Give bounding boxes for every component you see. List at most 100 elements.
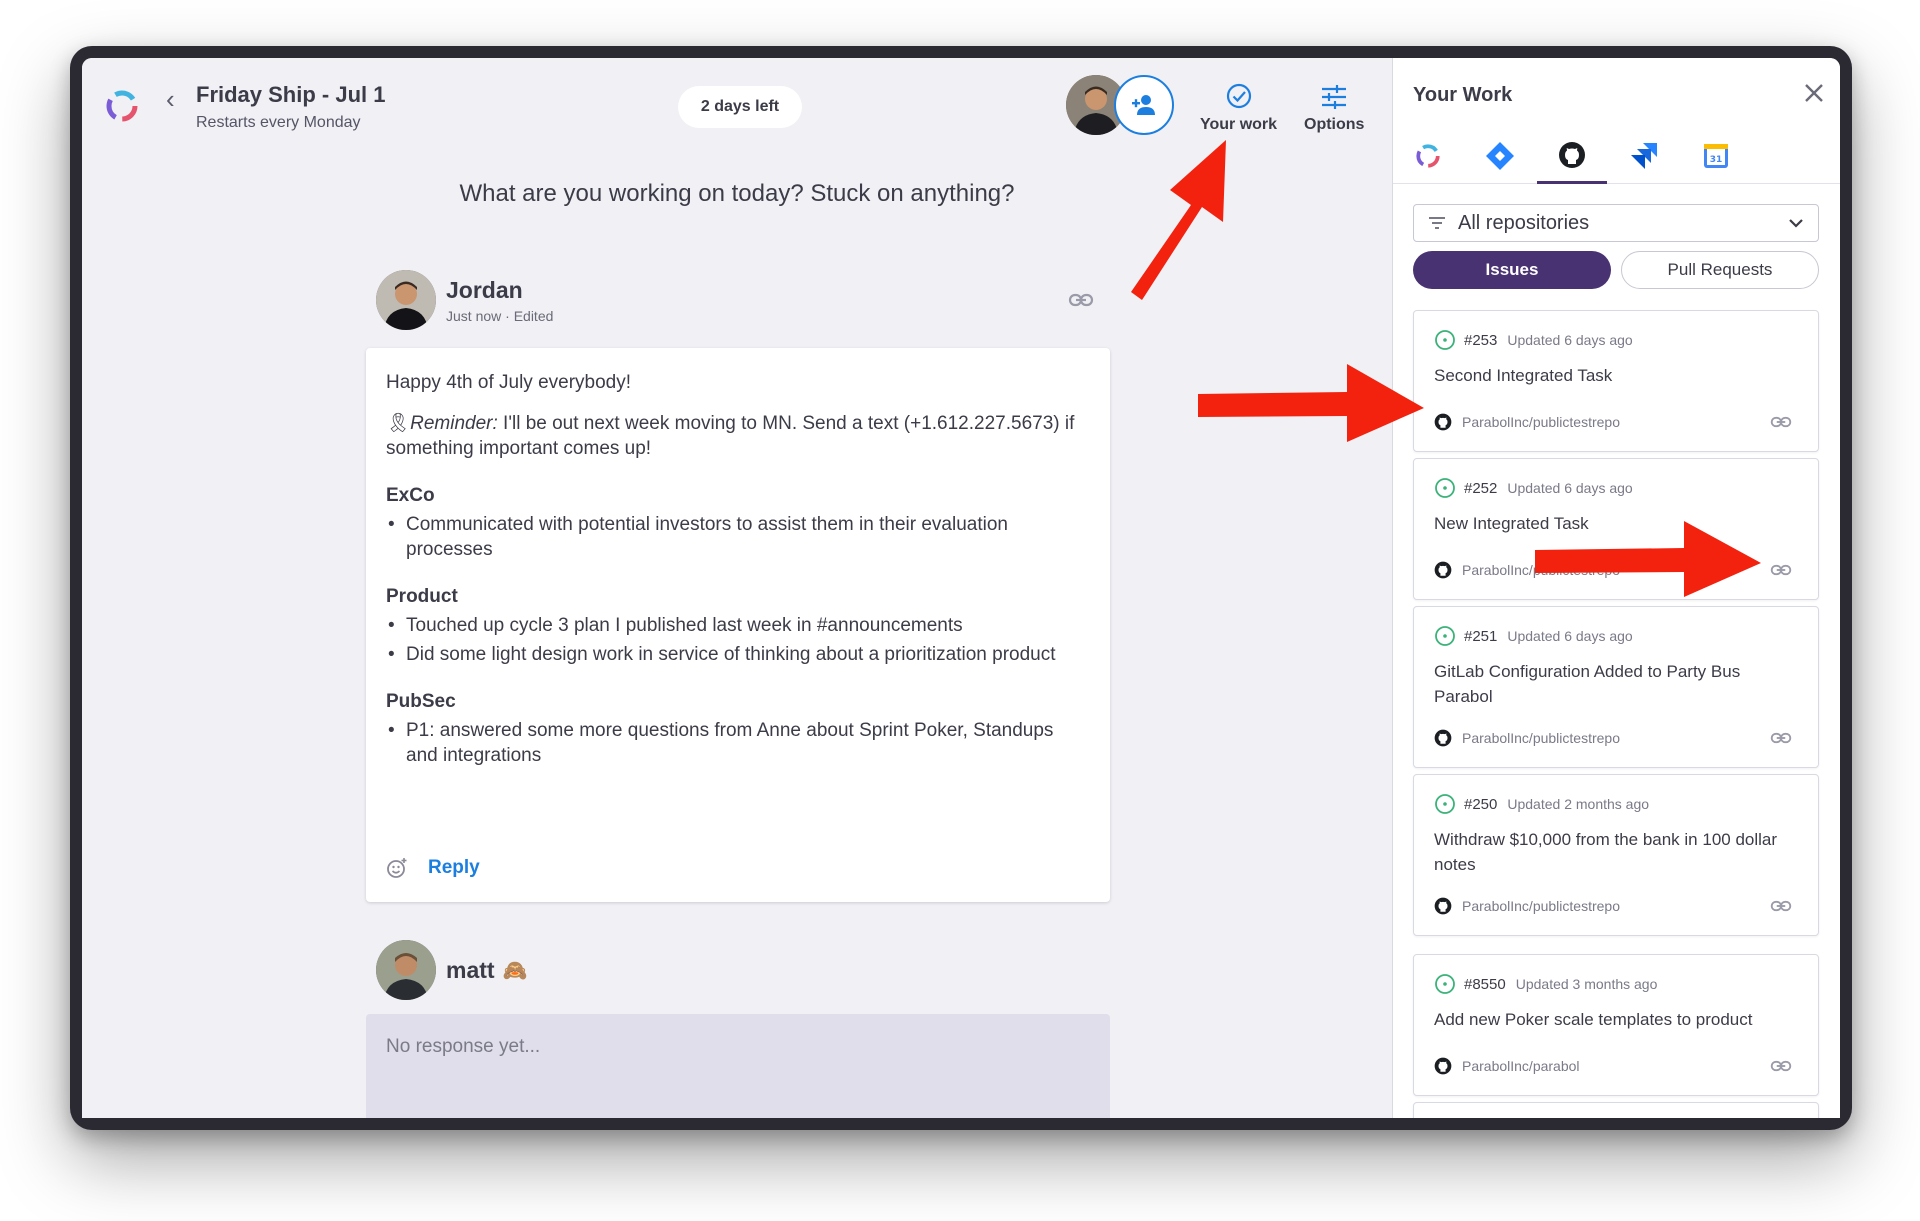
options-button[interactable]: Options [1304,78,1364,134]
standup-prompt: What are you working on today? Stuck on … [459,180,1015,207]
your-work-label: Your work [1200,116,1278,133]
issue-title: Second Integrated Task [1434,366,1613,385]
copy-link-icon[interactable] [1770,731,1792,745]
issue-updated: Updated 3 months ago [1515,976,1658,992]
reminder-ribbon-icon: 🎗 [386,413,411,434]
app-window: ‹ Friday Ship - Jul 1 Restarts every Mon… [82,58,1840,1118]
issue-repo: ParabolInc/publictestrepo [1434,729,1620,747]
tab-jira-server[interactable] [1609,128,1679,184]
issue-title: New Integrated Task [1434,514,1589,533]
issue-repo: ParabolInc/parabol [1434,1057,1580,1075]
issue-card[interactable]: #253 Updated 6 days ago Second Integrate… [1413,310,1819,452]
filter-icon [1429,217,1445,229]
author-name: matt [446,956,495,983]
response-greeting: Happy 4th of July everybody! [386,372,632,393]
section-heading: Product [386,586,458,607]
github-icon [1559,141,1585,168]
github-icon [1434,413,1452,431]
issue-card[interactable]: #250 Updated 2 months ago Withdraw $10,0… [1413,774,1819,936]
author-name: Jordan [446,276,523,303]
copy-link-icon[interactable] [1770,415,1792,429]
add-person-icon [1132,95,1155,115]
issue-updated: Updated 2 months ago [1507,796,1650,812]
issue-card[interactable] [1413,1102,1819,1118]
repository-filter-select[interactable]: All repositories [1413,204,1819,242]
integration-tabs: 31 [1393,128,1840,184]
issue-title: Withdraw $10,000 from the bank in 100 do… [1434,830,1778,874]
issue-number: #251 [1464,627,1498,645]
your-work-panel: Your Work 31 All repositories Issues Pul… [1392,58,1840,1118]
days-left-badge: 2 days left [678,86,802,128]
reminder-label: Reminder: [410,413,498,434]
back-chevron-icon[interactable]: ‹ [166,86,175,112]
empty-response-text: No response yet... [386,1036,541,1057]
avatar-photo-icon [376,270,436,330]
add-reaction-icon[interactable] [386,857,408,879]
parabol-logo-icon[interactable] [102,86,142,126]
avatar [376,940,436,1000]
issue-header: #252 Updated 6 days ago [1434,477,1633,499]
jira-icon [1486,142,1514,170]
issue-card[interactable]: #8550 Updated 3 months ago Add new Poker… [1413,954,1819,1096]
copy-link-icon[interactable] [1770,563,1792,577]
google-calendar-icon: 31 [1704,144,1728,168]
sliders-icon [1322,85,1347,109]
response-card[interactable]: Happy 4th of July everybody! 🎗Reminder: … [366,348,1110,902]
list-item: P1: answered some more questions from An… [386,718,1090,768]
issue-repo-name: ParabolInc/publictestrepo [1462,730,1620,746]
issue-repo-name: ParabolInc/parabol [1462,1058,1580,1074]
reply-button[interactable]: Reply [428,855,480,880]
issue-updated: Updated 6 days ago [1507,480,1633,496]
reply-row: Reply [386,855,480,880]
issue-header: #253 Updated 6 days ago [1434,329,1633,351]
avatar-photo-icon [376,940,436,1000]
issue-title: GitLab Configuration Added to Party Bus … [1434,662,1741,706]
issue-card[interactable]: #251 Updated 6 days ago GitLab Configura… [1413,606,1819,768]
issue-header: #250 Updated 2 months ago [1434,793,1649,815]
section-heading: ExCo [386,485,435,506]
copy-link-icon[interactable] [1770,899,1792,913]
see-no-evil-monkey-icon: 🙈 [502,959,528,982]
issue-card[interactable]: #252 Updated 6 days ago New Integrated T… [1413,458,1819,600]
options-label: Options [1304,116,1365,133]
close-icon[interactable] [1801,80,1827,106]
parabol-icon [1416,144,1440,168]
issue-header: #8550 Updated 3 months ago [1434,973,1657,995]
github-icon [1434,729,1452,747]
section-heading: PubSec [386,691,456,712]
issue-header: #251 Updated 6 days ago [1434,625,1633,647]
copy-link-icon[interactable] [1770,1059,1792,1073]
check-circle-icon [1226,83,1251,109]
tab-jira[interactable] [1465,128,1535,184]
avatar [376,270,436,330]
github-icon [1434,561,1452,579]
response-section-exco: ExCo Communicated with potential investo… [386,483,1090,562]
issue-repo: ParabolInc/publictestrepo [1434,413,1620,431]
meeting-title[interactable]: Friday Ship - Jul 1 [196,82,385,108]
list-item: Touched up cycle 3 plan I published last… [386,613,1090,638]
repository-filter-value: All repositories [1458,211,1590,234]
response-meta: Just now · Edited [446,307,554,324]
jira-software-icon [1631,143,1657,169]
issue-repo-name: ParabolInc/publictestrepo [1462,414,1620,430]
response-author-jordan: Jordan Just now · Edited [376,270,553,330]
list-item: Communicated with potential investors to… [386,512,1090,562]
invite-teammate-button[interactable] [1114,75,1174,135]
issue-number: #250 [1464,795,1498,813]
issue-open-icon [1435,330,1455,350]
issue-number: #252 [1464,479,1498,497]
response-author-matt: matt 🙈 [376,940,527,1000]
issues-toggle-button[interactable]: Issues [1413,251,1611,289]
tab-github[interactable] [1537,128,1607,184]
tab-google-calendar[interactable]: 31 [1681,128,1751,184]
issue-repo: ParabolInc/publictestrepo [1434,897,1620,915]
copy-link-icon[interactable] [1068,292,1094,308]
issue-repo: ParabolInc/publictestrepo [1434,561,1620,579]
issue-repo-name: ParabolInc/publictestrepo [1462,562,1620,578]
tab-parabol[interactable] [1393,128,1463,184]
your-work-button[interactable]: Your work [1200,78,1277,134]
issue-number: #8550 [1464,975,1506,993]
issue-repo-name: ParabolInc/publictestrepo [1462,898,1620,914]
pull-requests-toggle-button[interactable]: Pull Requests [1621,251,1819,289]
meeting-subtitle: Restarts every Monday [196,114,361,131]
